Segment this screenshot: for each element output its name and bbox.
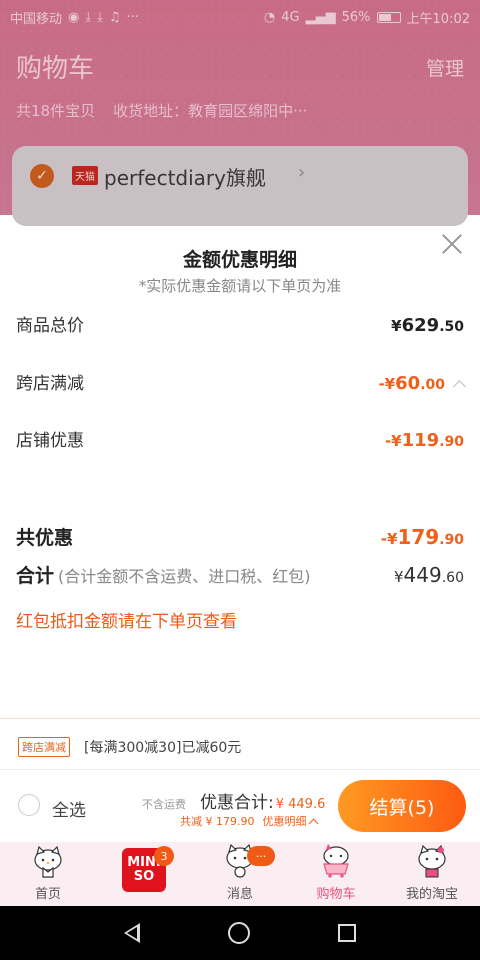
tab-label: 消息 <box>226 887 253 902</box>
total-discount-amount: -¥179.90 <box>380 525 464 549</box>
total-discount-row: 共优惠 -¥179.90 <box>16 523 464 550</box>
hello-kitty-cart-icon <box>323 844 349 878</box>
shipping-address[interactable]: 收货地址：教育园区绵阳中··· <box>113 100 307 121</box>
tab-cart[interactable]: 购物车 <box>288 842 384 906</box>
cart-summary: 共18件宝贝 收货地址：教育园区绵阳中··· <box>16 100 307 121</box>
tab-messages[interactable]: ··· 消息 <box>192 842 288 906</box>
total-discount-label: 共优惠 <box>16 527 74 549</box>
store-name[interactable]: perfectdiary旗舰 <box>104 162 266 191</box>
manage-button[interactable]: 管理 <box>426 54 464 81</box>
hello-kitty-home-icon <box>34 845 62 878</box>
signal-label: 4G <box>281 9 300 25</box>
battery-percent: 56% <box>341 9 371 25</box>
tab-miniso[interactable]: MINI SO 3 <box>96 842 192 906</box>
tab-label: 购物车 <box>316 887 356 902</box>
download-icon: ⤓ <box>85 9 92 25</box>
promo-text: [每满300减30]已减60元 <box>84 740 242 756</box>
sheet-note: *实际优惠金额请以下单页为准 <box>138 277 342 295</box>
tab-home[interactable]: 首页 <box>0 842 96 906</box>
home-icon[interactable] <box>228 922 250 944</box>
store-discount-row: 店铺优惠 -¥119.90 <box>16 426 464 451</box>
subtotal-label: 合计 <box>16 565 55 587</box>
discount-total-label: 优惠合计: <box>200 793 274 813</box>
row-label: 店铺优惠 <box>16 431 84 451</box>
more-icon: ··· <box>126 9 139 25</box>
red-packet-note: 红包抵扣金额请在下单页查看 <box>16 612 237 632</box>
carrier-label: 中国移动 <box>10 11 63 27</box>
row-label: 商品总价 <box>16 316 84 336</box>
battery-icon <box>376 11 401 23</box>
row-amount: ¥629.50 <box>391 315 464 336</box>
row-amount: -¥119.90 <box>384 430 464 451</box>
saved-amount: 共减 ¥ 179.90 <box>180 815 255 828</box>
tab-my-taobao[interactable]: 我的淘宝 <box>384 842 480 906</box>
saved-line: 共减 ¥ 179.90 优惠明细 <box>180 813 319 829</box>
discount-detail-link[interactable]: 优惠明细 <box>262 813 319 829</box>
hello-kitty-profile-icon <box>418 844 446 878</box>
checkout-button[interactable]: 结算(5) <box>338 780 466 832</box>
select-all-label[interactable]: 全选 <box>52 796 86 821</box>
tab-label: 我的淘宝 <box>405 887 458 902</box>
chevron-right-icon: › <box>298 162 306 183</box>
status-bar: 中国移动 ◉ ⤓ ⤓ ♫ ··· ◔ 4G ▂▄▆ 56% 上午10:02 <box>0 0 480 34</box>
promo-tag: 跨店满减 <box>18 737 70 757</box>
chevron-up-icon <box>309 818 319 828</box>
clock: 上午10:02 <box>406 11 470 27</box>
tab-badge: 3 <box>154 846 174 866</box>
goods-total-row: 商品总价 ¥629.50 <box>16 311 464 336</box>
tab-label: 首页 <box>34 887 61 902</box>
checkout-bar: 全选 不含运费 优惠合计: ¥ 449.6 共减 ¥ 179.90 优惠明细 结算… <box>0 770 480 842</box>
row-label: 跨店满减 <box>16 374 84 394</box>
page-title: 购物车 <box>16 54 95 84</box>
tmall-badge: 天猫 <box>72 166 98 185</box>
subtotal-amount: ¥449.60 <box>394 563 464 587</box>
recent-apps-icon[interactable] <box>338 924 356 942</box>
notification-icon: ◉ <box>68 9 80 25</box>
subtotal-row: 合计 (合计金额不含运费、进口税、红包) ¥449.60 <box>16 561 464 588</box>
tab-badge: ··· <box>247 846 275 866</box>
close-icon[interactable] <box>441 232 463 254</box>
cross-store-discount-row[interactable]: 跨店满减 -¥60.00 <box>16 369 466 394</box>
excl-shipping-label: 不含运费 <box>142 798 186 811</box>
back-icon[interactable] <box>124 923 140 943</box>
subtotal-note: (合计金额不含运费、进口税、红包) <box>58 567 311 586</box>
download-icon: ⤓ <box>97 9 103 25</box>
sheet-title: 金额优惠明细 <box>182 249 297 271</box>
system-nav-bar <box>0 906 480 960</box>
row-amount: -¥60.00 <box>378 373 445 394</box>
chevron-up-icon[interactable] <box>453 380 466 393</box>
select-all-checkbox[interactable] <box>18 794 40 816</box>
bell-icon: ♫ <box>108 9 121 25</box>
promo-strip: 跨店满减 [每满300减30]已减60元 <box>0 718 480 770</box>
discount-total-amount: ¥ 449.6 <box>275 797 326 812</box>
tab-bar: 首页 MINI SO 3 ··· 消息 购物车 我的淘宝 <box>0 842 480 906</box>
store-card: ✓ 天猫 perfectdiary旗舰 › <box>12 146 468 226</box>
item-count: 共18件宝贝 <box>16 102 96 120</box>
headset-icon: ◔ <box>263 9 276 25</box>
discount-total: 优惠合计: ¥ 449.6 <box>200 788 325 813</box>
store-checkbox[interactable]: ✓ <box>30 164 54 188</box>
signal-icon: ▂▄▆ <box>305 9 336 25</box>
discount-detail-sheet: 金额优惠明细 *实际优惠金额请以下单页为准 商品总价 ¥629.50 跨店满减 … <box>0 215 480 718</box>
